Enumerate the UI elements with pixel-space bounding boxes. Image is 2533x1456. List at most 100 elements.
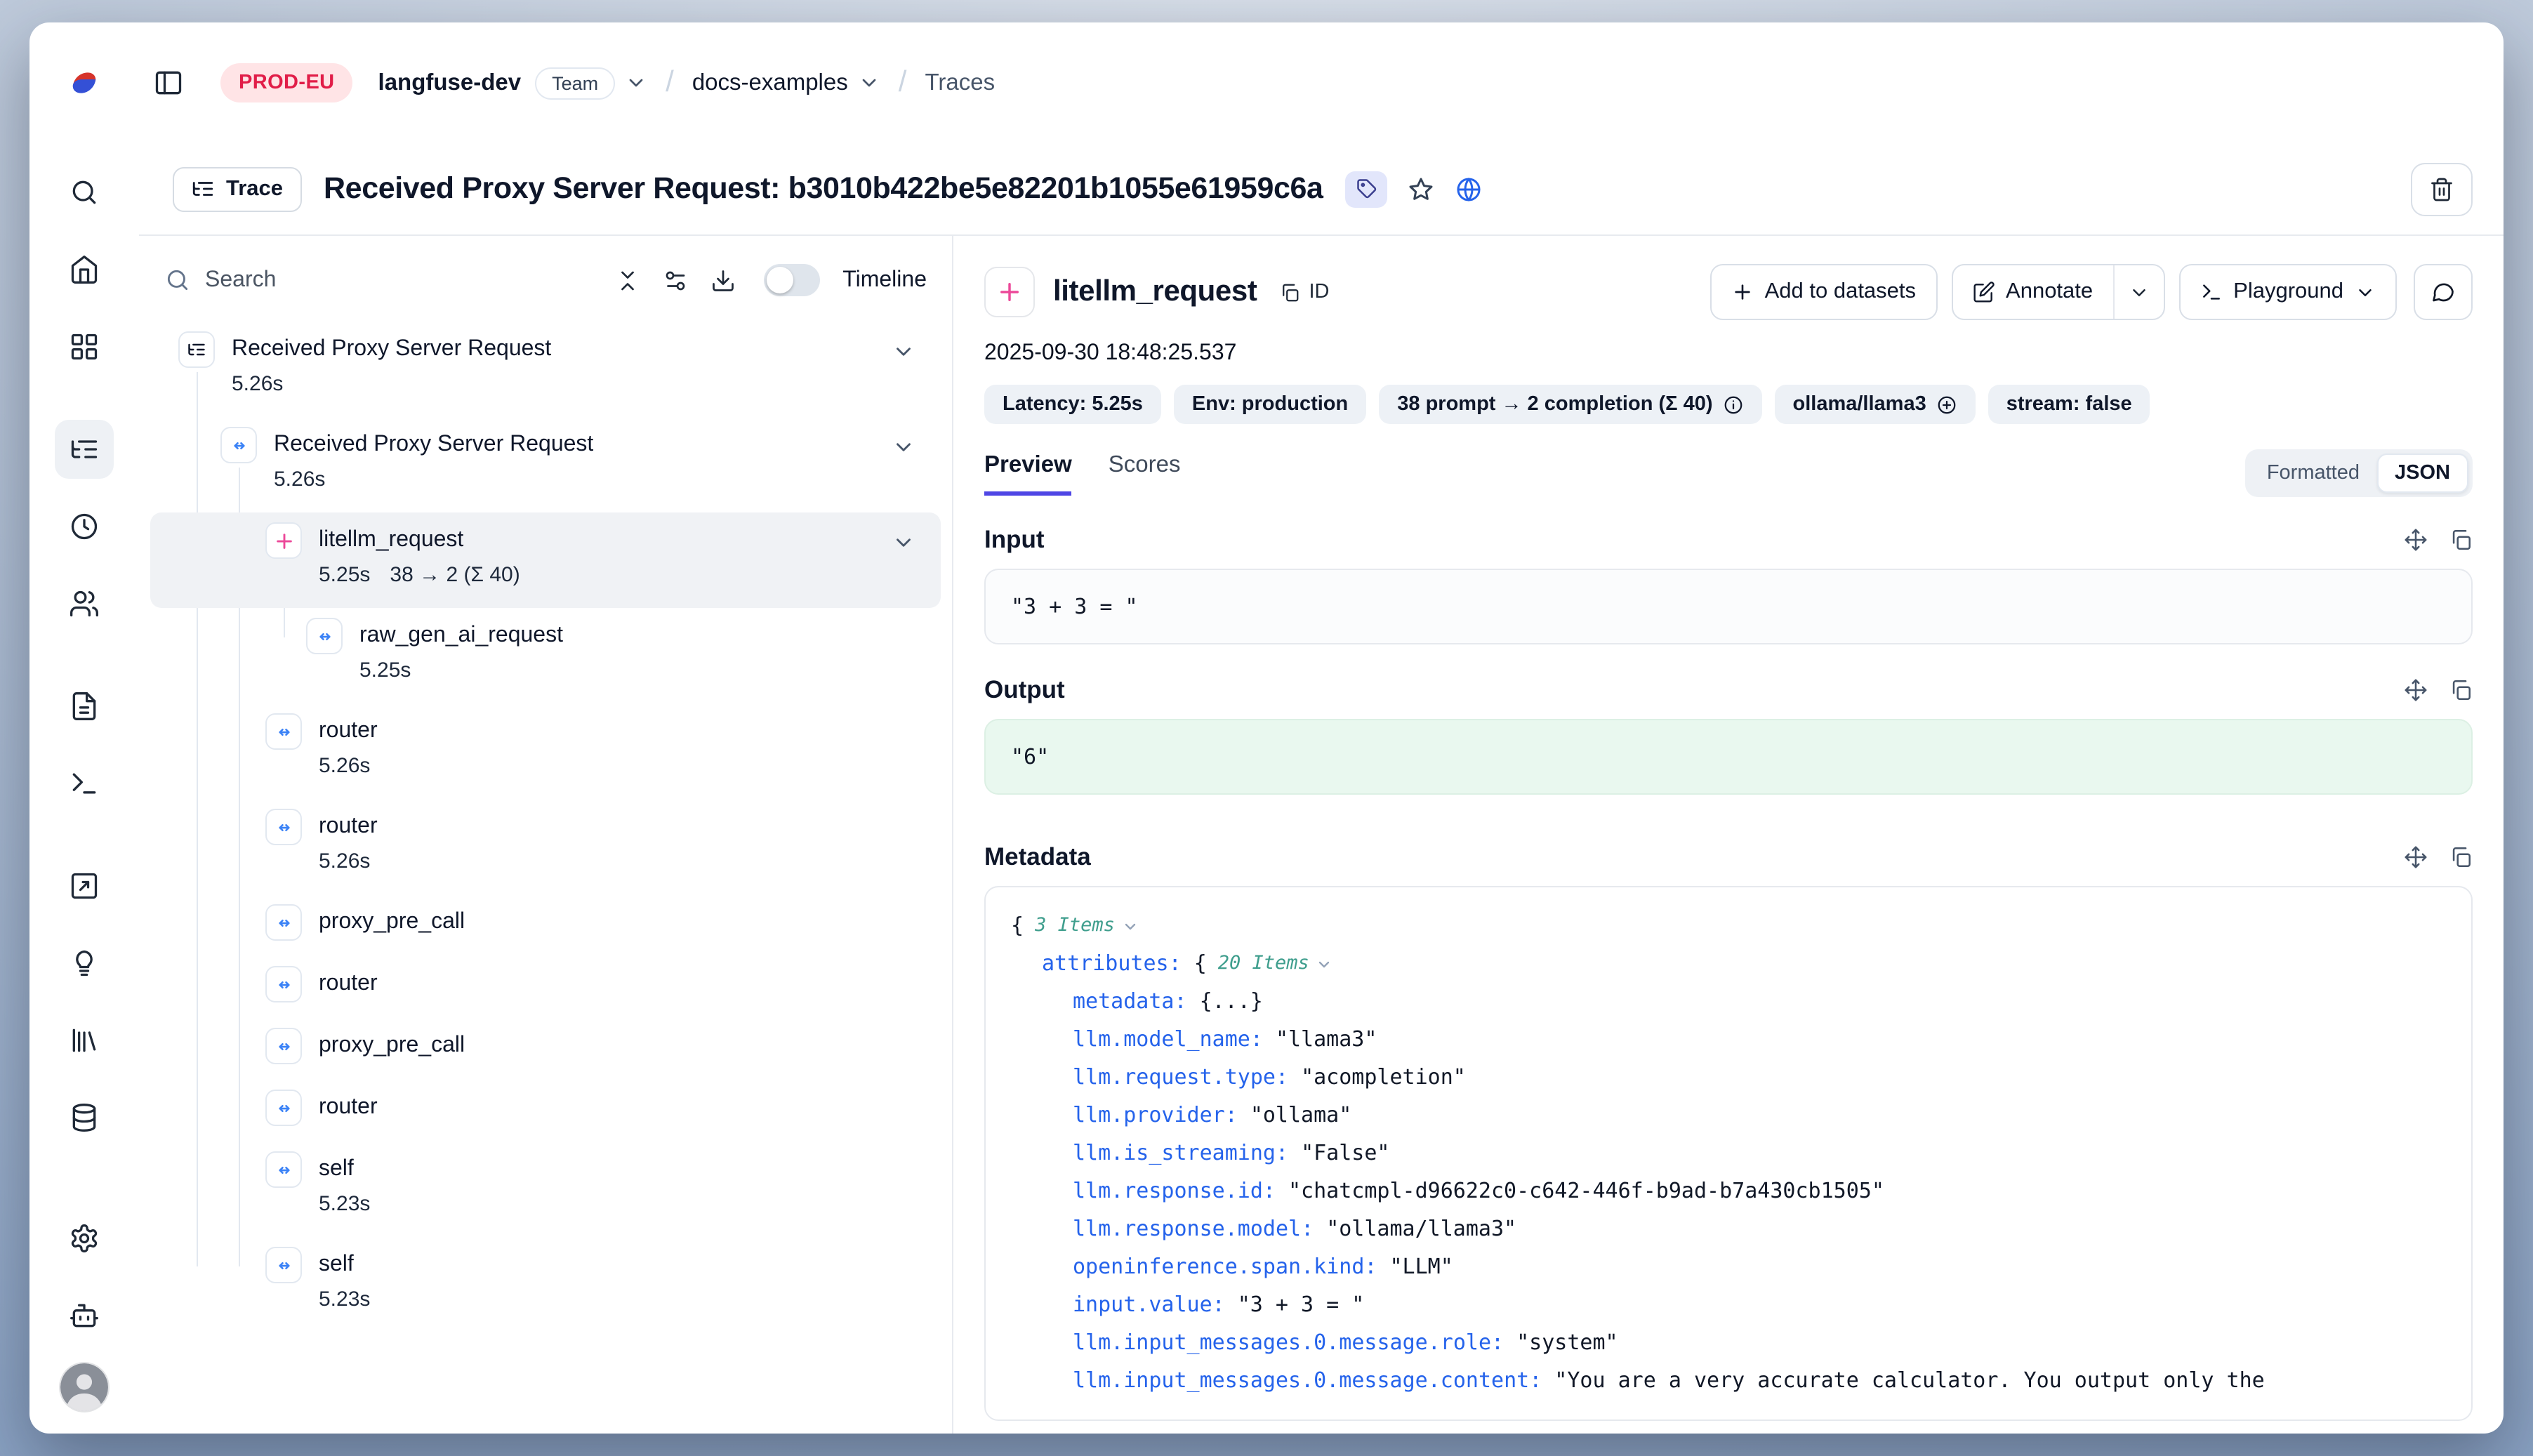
trace-header: Trace Received Proxy Server Request: b30… [139, 143, 2504, 236]
node-duration: 5.26s [319, 750, 370, 783]
tree-row-span[interactable]: router 5.26s [150, 799, 941, 894]
panel-left-icon [153, 67, 184, 98]
breadcrumb-traces-link[interactable]: Traces [925, 70, 995, 96]
json-collapse-chevron[interactable] [1122, 918, 1139, 934]
langfuse-logo[interactable] [66, 65, 102, 101]
playground-button[interactable]: Playground [2178, 264, 2397, 320]
node-duration: 5.25s [359, 654, 411, 688]
copy-section-button[interactable] [2449, 845, 2473, 869]
app-window: PROD-EU langfuse-dev Team / docs-example… [29, 22, 2504, 1434]
id-label: ID [1309, 281, 1329, 303]
sliders-icon [663, 267, 688, 293]
gear-icon [69, 1223, 100, 1254]
expand-section-button[interactable] [2404, 678, 2428, 702]
plus-circle-icon[interactable] [1936, 394, 1957, 415]
sidebar-item-users[interactable] [55, 574, 114, 633]
add-to-datasets-button[interactable]: Add to datasets [1710, 264, 1937, 320]
tree-row-span[interactable]: raw_gen_ai_request 5.25s [150, 608, 941, 703]
tree-row-trace-root[interactable]: Received Proxy Server Request 5.26s [150, 322, 941, 417]
expand-section-button[interactable] [2404, 528, 2428, 552]
copy-id-button[interactable]: ID [1279, 281, 1329, 303]
output-content: "6" [984, 719, 2473, 795]
json-collapse-chevron[interactable] [1316, 955, 1333, 972]
tree-row-span[interactable]: proxy_pre_call [150, 894, 941, 956]
download-button[interactable] [710, 267, 736, 293]
node-label: router [319, 1090, 378, 1126]
trash-icon [2429, 176, 2454, 201]
file-text-icon [69, 691, 100, 722]
chevron-down-icon [2128, 282, 2149, 303]
chevron-down-icon[interactable] [892, 340, 915, 364]
tree-row-span[interactable]: self 5.23s [150, 1141, 941, 1237]
tree-row-span[interactable]: router [150, 956, 941, 1018]
sidebar-item-dashboards[interactable] [55, 317, 114, 376]
copy-section-button[interactable] [2449, 528, 2473, 552]
json-line: metadata:{...} [1011, 983, 2446, 1021]
sidebar-item-evaluation[interactable] [55, 856, 114, 915]
globe-icon [1455, 175, 1483, 203]
breadcrumb-project-name[interactable]: docs-examples [692, 70, 848, 96]
org-dropdown-button[interactable] [625, 72, 647, 94]
chevron-down-icon [2355, 282, 2376, 303]
tags-button[interactable] [1346, 171, 1388, 207]
trace-tree: Received Proxy Server Request 5.26s Rece… [139, 313, 952, 1434]
sidebar-item-settings[interactable] [55, 1209, 114, 1268]
comments-button[interactable] [2414, 264, 2473, 320]
timeline-toggle[interactable] [764, 264, 820, 296]
playground-label: Playground [2233, 279, 2343, 305]
expand-section-button[interactable] [2404, 845, 2428, 869]
view-toggle-formatted[interactable]: Formatted [2250, 455, 2376, 491]
comment-bubble-icon [2431, 279, 2456, 305]
view-toggle-json[interactable]: JSON [2376, 454, 2468, 493]
token-usage-chip: 38 prompt → 2 completion (Σ 40) [1379, 385, 1761, 424]
tree-row-span[interactable]: proxy_pre_call [150, 1018, 941, 1080]
project-dropdown-button[interactable] [858, 72, 880, 94]
tree-row-generation-selected[interactable]: litellm_request 5.25s 38 → 2 (Σ 40) [150, 512, 941, 608]
sidebar-item-insights[interactable] [55, 934, 114, 993]
observation-chips: Latency: 5.25s Env: production 38 prompt… [984, 385, 2473, 424]
chevron-down-icon [858, 72, 880, 94]
chevrons-collapse-icon [615, 267, 640, 293]
node-duration: 5.23s [319, 1283, 370, 1317]
sidebar-item-search[interactable] [55, 163, 114, 222]
tab-scores[interactable]: Scores [1109, 451, 1181, 495]
annotate-dropdown-button[interactable] [2112, 265, 2163, 319]
detail-tabs: Preview Scores Formatted JSON [984, 449, 2473, 497]
user-avatar[interactable] [60, 1363, 108, 1411]
chevron-down-icon[interactable] [892, 435, 915, 459]
node-duration: 5.23s [319, 1188, 370, 1222]
sidebar-item-sessions[interactable] [55, 497, 114, 556]
tree-toolbar: Timeline [139, 236, 952, 313]
copy-icon [2449, 678, 2473, 702]
view-settings-button[interactable] [663, 267, 688, 293]
chevron-down-icon[interactable] [892, 531, 915, 555]
copy-section-button[interactable] [2449, 678, 2473, 702]
sidebar-item-storage[interactable] [55, 1088, 114, 1147]
timeline-toggle-label: Timeline [842, 267, 927, 293]
list-tree-icon [69, 434, 100, 465]
tree-row-span[interactable]: Received Proxy Server Request 5.26s [150, 417, 941, 512]
delete-trace-button[interactable] [2411, 162, 2473, 216]
tree-row-span[interactable]: router [150, 1080, 941, 1141]
trace-tree-panel: Timeline Received Proxy Server Request [139, 236, 953, 1434]
sidebar-item-support[interactable] [55, 1286, 114, 1345]
collapse-all-button[interactable] [615, 267, 640, 293]
tab-preview[interactable]: Preview [984, 451, 1072, 495]
tree-search-input[interactable] [205, 267, 593, 293]
info-icon[interactable] [1723, 394, 1744, 415]
sidebar-item-prompts[interactable] [55, 677, 114, 736]
add-to-datasets-label: Add to datasets [1765, 279, 1916, 305]
sidebar-item-playground[interactable] [55, 754, 114, 813]
sidebar-item-home[interactable] [55, 240, 114, 299]
tree-row-span[interactable]: router 5.26s [150, 703, 941, 799]
annotate-button[interactable]: Annotate [1952, 265, 2112, 319]
public-link-button[interactable] [1455, 175, 1483, 203]
avatar-image [60, 1363, 108, 1411]
breadcrumb-org-name[interactable]: langfuse-dev [378, 70, 522, 96]
sidebar-toggle-button[interactable] [153, 67, 184, 98]
bookmark-star-button[interactable] [1408, 175, 1436, 203]
sidebar-item-datasets[interactable] [55, 1011, 114, 1070]
sidebar-item-traces[interactable] [55, 420, 114, 479]
rail-bottom-group [55, 1209, 114, 1411]
tree-row-span[interactable]: self 5.23s [150, 1237, 941, 1332]
